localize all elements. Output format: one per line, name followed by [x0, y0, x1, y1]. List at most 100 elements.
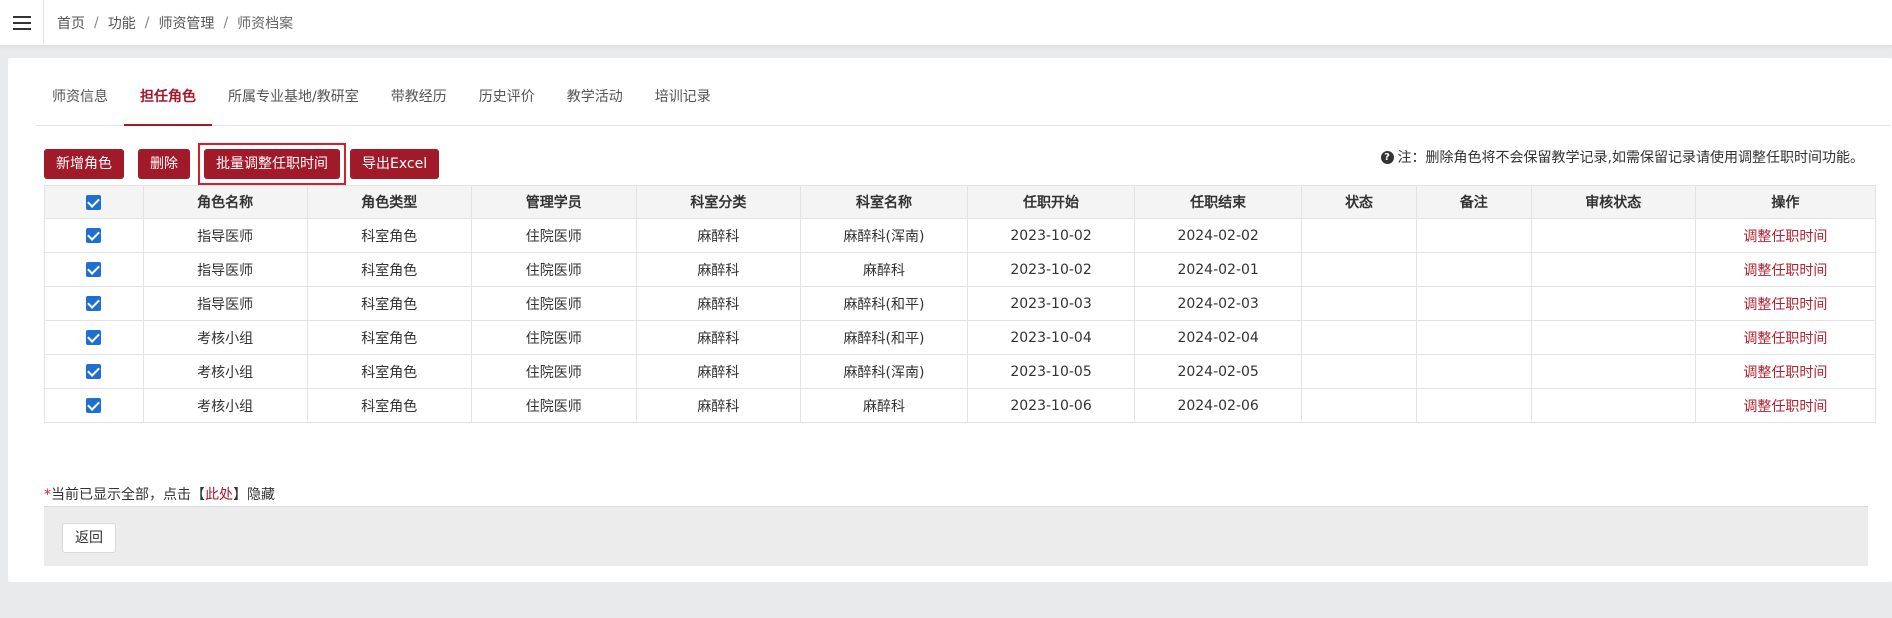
tab-evaluation-history[interactable]: 历史评价	[463, 77, 551, 125]
cell-remark	[1415, 320, 1532, 355]
row-select-cell	[44, 320, 144, 355]
adjust-tenure-link[interactable]: 调整任职时间	[1694, 354, 1877, 389]
table-row: 指导医师 科室角色 住院医师 麻醉科 麻醉科(浑南) 2023-10-02 20…	[44, 218, 1877, 253]
row-checkbox[interactable]	[86, 330, 102, 345]
cell-start: 2023-10-02	[966, 252, 1136, 287]
cell-dept: 麻醉科(浑南)	[799, 218, 969, 253]
breadcrumb-function[interactable]: 功能	[108, 13, 136, 33]
cell-remark	[1415, 354, 1532, 389]
cell-dept-category: 麻醉科	[635, 354, 801, 389]
cell-start: 2023-10-05	[966, 354, 1136, 389]
tab-base-department[interactable]: 所属专业基地/教研室	[212, 77, 375, 125]
breadcrumb-home[interactable]: 首页	[57, 13, 85, 33]
menu-toggle-button[interactable]	[0, 0, 44, 46]
column-header: 任职开始	[966, 185, 1136, 219]
cell-end: 2024-02-05	[1134, 354, 1303, 389]
roles-table: 角色名称 角色类型 管理学员 科室分类 科室名称 任职开始 任职结束 状态 备注…	[44, 185, 1877, 423]
column-header: 操作	[1694, 185, 1877, 219]
column-header: 备注	[1415, 185, 1532, 219]
cell-dept-category: 麻醉科	[635, 252, 801, 287]
cell-students: 住院医师	[470, 320, 637, 355]
cell-dept: 麻醉科(浑南)	[799, 354, 969, 389]
delete-button[interactable]: 删除	[138, 149, 190, 179]
hamburger-icon	[12, 15, 31, 30]
footnote-prefix: 当前已显示全部，点击【	[51, 487, 205, 503]
row-checkbox[interactable]	[86, 398, 102, 413]
adjust-tenure-link[interactable]: 调整任职时间	[1694, 218, 1877, 253]
adjust-tenure-link[interactable]: 调整任职时间	[1694, 286, 1877, 321]
cell-audit	[1530, 218, 1696, 253]
row-checkbox[interactable]	[86, 364, 102, 379]
display-all-footnote: *当前已显示全部，点击【此处】隐藏	[44, 484, 275, 504]
tab-teaching-activities[interactable]: 教学活动	[551, 77, 639, 125]
row-checkbox[interactable]	[86, 296, 102, 311]
tab-teaching-history[interactable]: 带教经历	[375, 77, 463, 125]
breadcrumb-teacher-archive: 师资档案	[237, 15, 294, 32]
breadcrumb-separator: /	[94, 14, 99, 31]
column-header: 审核状态	[1530, 185, 1696, 219]
back-button[interactable]: 返回	[62, 523, 116, 553]
cell-dept-category: 麻醉科	[635, 388, 801, 423]
cell-type: 科室角色	[306, 286, 472, 321]
adjust-tenure-link[interactable]: 调整任职时间	[1694, 252, 1877, 287]
cell-end: 2024-02-06	[1134, 388, 1303, 423]
cell-students: 住院医师	[470, 286, 637, 321]
cell-dept: 麻醉科(和平)	[799, 320, 969, 355]
cell-dept-category: 麻醉科	[635, 320, 801, 355]
row-checkbox[interactable]	[86, 228, 102, 243]
row-checkbox[interactable]	[86, 262, 102, 277]
cell-end: 2024-02-04	[1134, 320, 1303, 355]
export-excel-button[interactable]: 导出Excel	[350, 149, 440, 179]
table-header-row: 角色名称 角色类型 管理学员 科室分类 科室名称 任职开始 任职结束 状态 备注…	[44, 185, 1877, 219]
breadcrumb-separator: /	[144, 14, 150, 31]
column-header: 科室名称	[799, 185, 969, 219]
batch-adjust-tenure-button[interactable]: 批量调整任职时间	[204, 149, 340, 179]
column-header: 角色名称	[142, 185, 308, 219]
cell-start: 2023-10-03	[966, 286, 1136, 321]
footer-action-bar: 返回	[44, 506, 1868, 566]
top-bar: 首页 / 功能 / 师资管理 / 师资档案	[0, 0, 1892, 46]
cell-remark	[1415, 218, 1532, 253]
required-mark: *	[44, 487, 51, 503]
cell-role: 考核小组	[142, 388, 308, 423]
cell-dept-category: 麻醉科	[635, 286, 801, 321]
breadcrumb-separator: /	[223, 14, 229, 31]
delete-note: ? 注：删除角色将不会保留教学记录,如需保留记录请使用调整任职时间功能。	[1380, 147, 1864, 167]
column-header: 管理学员	[470, 185, 637, 219]
cell-type: 科室角色	[306, 388, 472, 423]
column-header: 任职结束	[1134, 185, 1303, 219]
highlight-frame: 批量调整任职时间	[198, 143, 346, 185]
cell-students: 住院医师	[470, 354, 637, 389]
hide-toggle-link[interactable]: 此处	[205, 487, 233, 503]
table-row: 考核小组 科室角色 住院医师 麻醉科 麻醉科(和平) 2023-10-04 20…	[44, 320, 1877, 355]
select-all-cell	[44, 185, 144, 219]
cell-status	[1301, 218, 1417, 253]
cell-type: 科室角色	[306, 354, 472, 389]
adjust-tenure-link[interactable]: 调整任职时间	[1694, 388, 1877, 423]
column-header: 科室分类	[635, 185, 801, 219]
cell-status	[1301, 252, 1417, 287]
cell-end: 2024-02-02	[1134, 218, 1303, 253]
tab-training-records[interactable]: 培训记录	[639, 77, 727, 125]
cell-dept: 麻醉科	[799, 388, 969, 423]
table-row: 考核小组 科室角色 住院医师 麻醉科 麻醉科 2023-10-06 2024-0…	[44, 388, 1877, 423]
table-row: 指导医师 科室角色 住院医师 麻醉科 麻醉科(和平) 2023-10-03 20…	[44, 286, 1877, 321]
cell-audit	[1530, 252, 1696, 287]
cell-students: 住院医师	[470, 218, 637, 253]
tab-roles[interactable]: 担任角色	[124, 77, 212, 126]
tab-teacher-info[interactable]: 师资信息	[36, 77, 124, 125]
cell-audit	[1530, 388, 1696, 423]
cell-type: 科室角色	[306, 320, 472, 355]
select-all-checkbox[interactable]	[86, 194, 102, 210]
cell-remark	[1415, 252, 1532, 287]
adjust-tenure-link[interactable]: 调整任职时间	[1694, 320, 1877, 355]
cell-students: 住院医师	[470, 388, 637, 423]
cell-status	[1301, 388, 1417, 423]
add-role-button[interactable]: 新增角色	[44, 149, 124, 179]
cell-start: 2023-10-04	[966, 320, 1136, 355]
tab-bar: 师资信息 担任角色 所属专业基地/教研室 带教经历 历史评价 教学活动 培训记录	[36, 78, 1891, 126]
cell-role: 指导医师	[142, 252, 308, 287]
breadcrumb-teacher-management[interactable]: 师资管理	[158, 13, 214, 33]
cell-role: 考核小组	[142, 354, 308, 389]
cell-audit	[1530, 286, 1696, 321]
